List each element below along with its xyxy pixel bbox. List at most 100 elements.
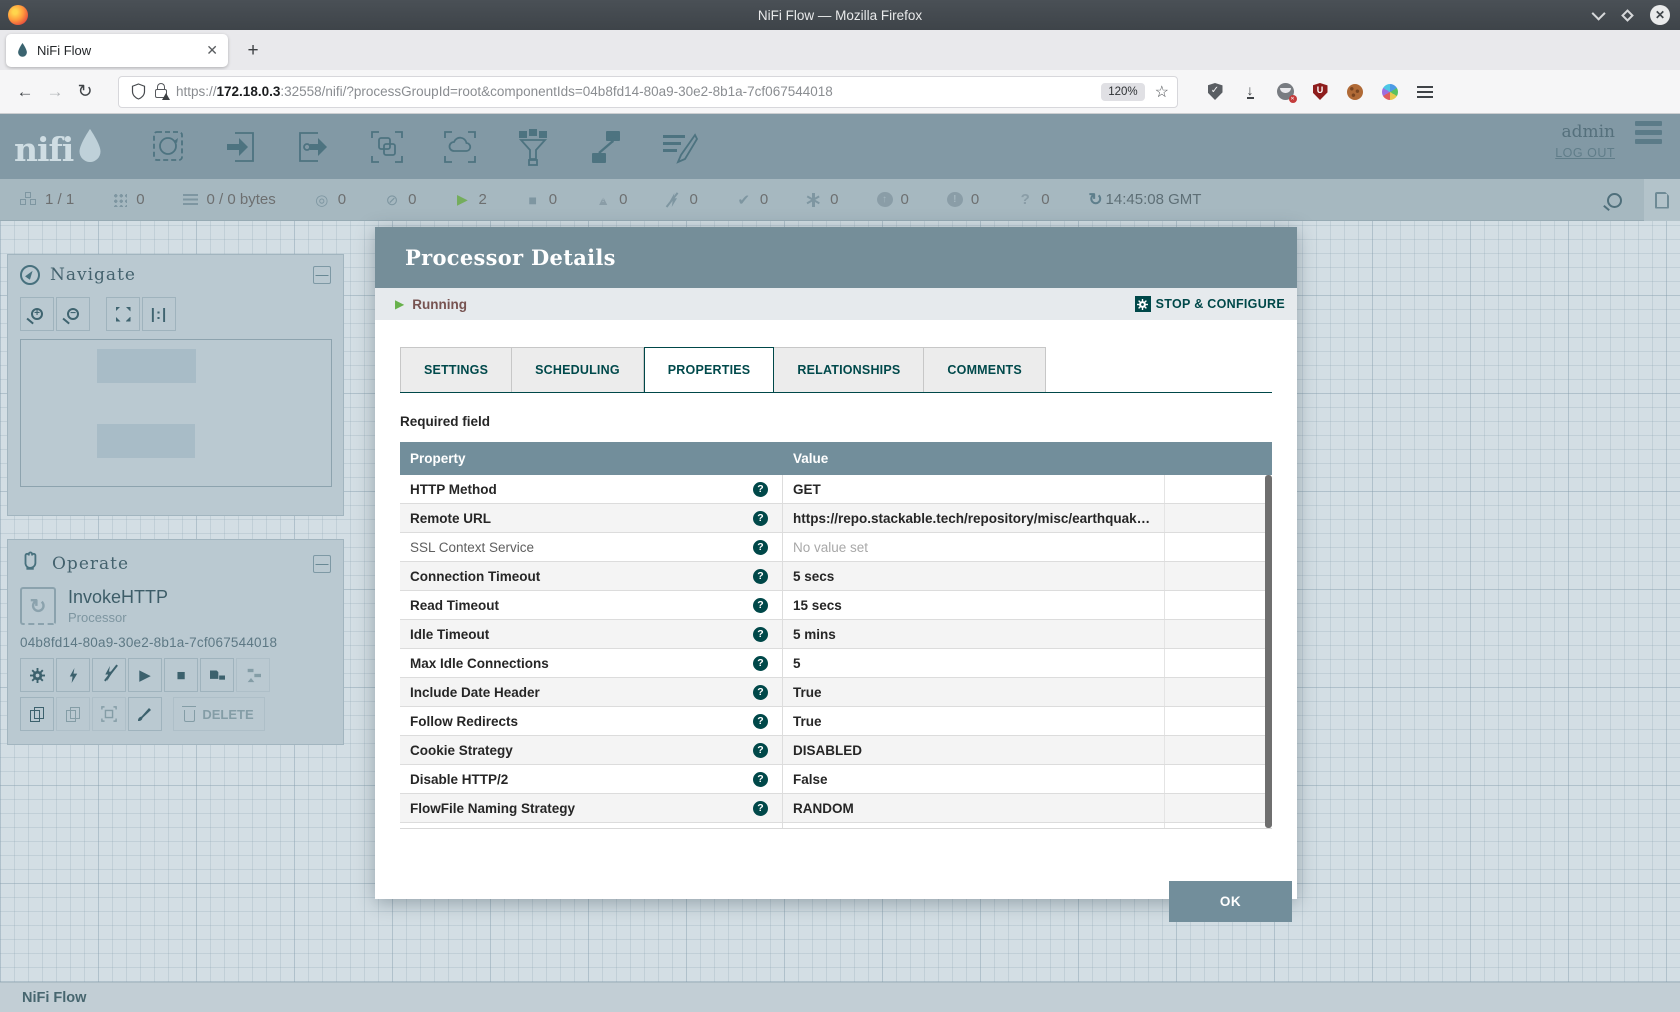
property-value[interactable]: True: [783, 678, 1165, 706]
property-row[interactable]: Read Timeout?15 secs: [400, 591, 1272, 620]
template-component-icon[interactable]: [585, 126, 627, 168]
property-row[interactable]: Follow Redirects?True: [400, 707, 1272, 736]
global-menu-icon[interactable]: [1635, 122, 1662, 135]
property-value[interactable]: RANDOM: [783, 794, 1165, 822]
processor-component-icon[interactable]: [147, 126, 189, 168]
property-row[interactable]: Attributes to Send?No value set: [400, 823, 1272, 829]
copy-button[interactable]: [20, 697, 54, 731]
help-icon[interactable]: ?: [753, 772, 768, 787]
process-group-component-icon[interactable]: [366, 126, 408, 168]
cookie-icon[interactable]: [1346, 83, 1364, 101]
help-icon[interactable]: ?: [753, 714, 768, 729]
save-flow-version-button[interactable]: [200, 658, 234, 692]
refresh-icon[interactable]: ↻: [1088, 190, 1104, 210]
help-icon[interactable]: ?: [753, 598, 768, 613]
birdseye-minimap[interactable]: [20, 339, 332, 487]
stop-and-configure-button[interactable]: STOP & CONFIGURE: [1135, 296, 1285, 312]
property-row[interactable]: Remote URL?https://repo.stackable.tech/r…: [400, 504, 1272, 533]
zoom-in-button[interactable]: +: [20, 297, 54, 331]
input-port-component-icon[interactable]: [220, 126, 262, 168]
property-row[interactable]: HTTP Method?GET: [400, 475, 1272, 504]
window-close-icon[interactable]: ✕: [1650, 5, 1670, 25]
help-icon[interactable]: ?: [753, 743, 768, 758]
bookmark-star-icon[interactable]: ☆: [1155, 82, 1169, 102]
browser-menu-icon[interactable]: [1416, 83, 1434, 101]
navigate-collapse-button[interactable]: —: [313, 266, 331, 284]
configure-button[interactable]: [20, 658, 54, 692]
tab-properties[interactable]: PROPERTIES: [644, 347, 775, 393]
table-scrollbar[interactable]: [1265, 475, 1272, 828]
zoom-level-badge[interactable]: 120%: [1101, 83, 1144, 101]
window-minimize-icon[interactable]: [1592, 7, 1606, 21]
property-row[interactable]: Disable HTTP/2?False: [400, 765, 1272, 794]
account-shield-icon[interactable]: [1206, 83, 1224, 101]
extension-mask-icon[interactable]: [1276, 83, 1294, 101]
operate-collapse-button[interactable]: —: [313, 555, 331, 573]
fill-color-button[interactable]: [128, 697, 162, 731]
stop-button[interactable]: ■: [164, 658, 198, 692]
property-value[interactable]: True: [783, 707, 1165, 735]
property-value[interactable]: 5 mins: [783, 620, 1165, 648]
property-row[interactable]: Idle Timeout?5 mins: [400, 620, 1272, 649]
property-value[interactable]: 5 secs: [783, 562, 1165, 590]
paste-button[interactable]: [56, 697, 90, 731]
tab-relationships[interactable]: RELATIONSHIPS: [774, 347, 924, 392]
property-value[interactable]: https://repo.stackable.tech/repository/m…: [783, 504, 1165, 532]
tab-close-icon[interactable]: ✕: [206, 42, 218, 59]
disable-button[interactable]: [92, 658, 126, 692]
help-icon[interactable]: ?: [753, 685, 768, 700]
ublock-icon[interactable]: [1311, 83, 1329, 101]
forward-button[interactable]: →: [40, 82, 70, 102]
lock-icon[interactable]: [155, 89, 167, 98]
property-value[interactable]: 5: [783, 649, 1165, 677]
property-row[interactable]: Include Date Header?True: [400, 678, 1272, 707]
property-value[interactable]: No value set: [783, 533, 1165, 561]
window-maximize-icon[interactable]: [1621, 9, 1634, 22]
property-value[interactable]: DISABLED: [783, 736, 1165, 764]
property-row[interactable]: Connection Timeout?5 secs: [400, 562, 1272, 591]
start-button[interactable]: ▶: [128, 658, 162, 692]
create-template-button[interactable]: [236, 658, 270, 692]
tracking-protection-icon[interactable]: [131, 83, 146, 100]
tab-settings[interactable]: SETTINGS: [400, 347, 512, 392]
back-button[interactable]: ←: [10, 82, 40, 102]
enable-button[interactable]: [56, 658, 90, 692]
property-value[interactable]: No value set: [783, 823, 1165, 829]
property-value[interactable]: GET: [783, 475, 1165, 503]
search-icon[interactable]: [1607, 193, 1622, 208]
help-icon[interactable]: ?: [753, 801, 768, 816]
zoom-actual-size-button[interactable]: |:|: [142, 297, 176, 331]
remote-process-group-component-icon[interactable]: [439, 126, 481, 168]
property-row[interactable]: Max Idle Connections?5: [400, 649, 1272, 678]
help-icon[interactable]: ?: [753, 511, 768, 526]
help-icon[interactable]: ?: [753, 627, 768, 642]
property-value[interactable]: False: [783, 765, 1165, 793]
funnel-component-icon[interactable]: [512, 126, 554, 168]
selected-component-id[interactable]: 04b8fd14-80a9-30e2-8b1a-7cf067544018: [20, 635, 331, 650]
label-component-icon[interactable]: [658, 126, 700, 168]
property-value[interactable]: 15 secs: [783, 591, 1165, 619]
tab-comments[interactable]: COMMENTS: [924, 347, 1046, 392]
help-icon[interactable]: ?: [753, 482, 768, 497]
ok-button[interactable]: OK: [1169, 881, 1292, 922]
help-icon[interactable]: ?: [753, 569, 768, 584]
property-row[interactable]: FlowFile Naming Strategy?RANDOM: [400, 794, 1272, 823]
url-text[interactable]: https://172.18.0.3:32558/nifi/?processGr…: [176, 84, 1101, 99]
group-button[interactable]: [92, 697, 126, 731]
property-row[interactable]: Cookie Strategy?DISABLED: [400, 736, 1272, 765]
zoom-fit-button[interactable]: [106, 297, 140, 331]
breadcrumb[interactable]: NiFi Flow: [22, 990, 86, 1006]
zoom-out-button[interactable]: −: [56, 297, 90, 331]
url-bar[interactable]: https://172.18.0.3:32558/nifi/?processGr…: [118, 76, 1178, 108]
container-pinwheel-icon[interactable]: [1381, 83, 1399, 101]
birdseye-toggle-icon[interactable]: [1644, 179, 1680, 221]
output-port-component-icon[interactable]: [293, 126, 335, 168]
logout-link[interactable]: LOG OUT: [1555, 146, 1615, 160]
new-tab-button[interactable]: +: [240, 38, 266, 64]
reload-button[interactable]: ↻: [70, 81, 100, 102]
download-icon[interactable]: ↓: [1241, 83, 1259, 101]
help-icon[interactable]: ?: [753, 656, 768, 671]
help-icon[interactable]: ?: [753, 540, 768, 555]
property-row[interactable]: SSL Context Service?No value set: [400, 533, 1272, 562]
tab-scheduling[interactable]: SCHEDULING: [512, 347, 644, 392]
